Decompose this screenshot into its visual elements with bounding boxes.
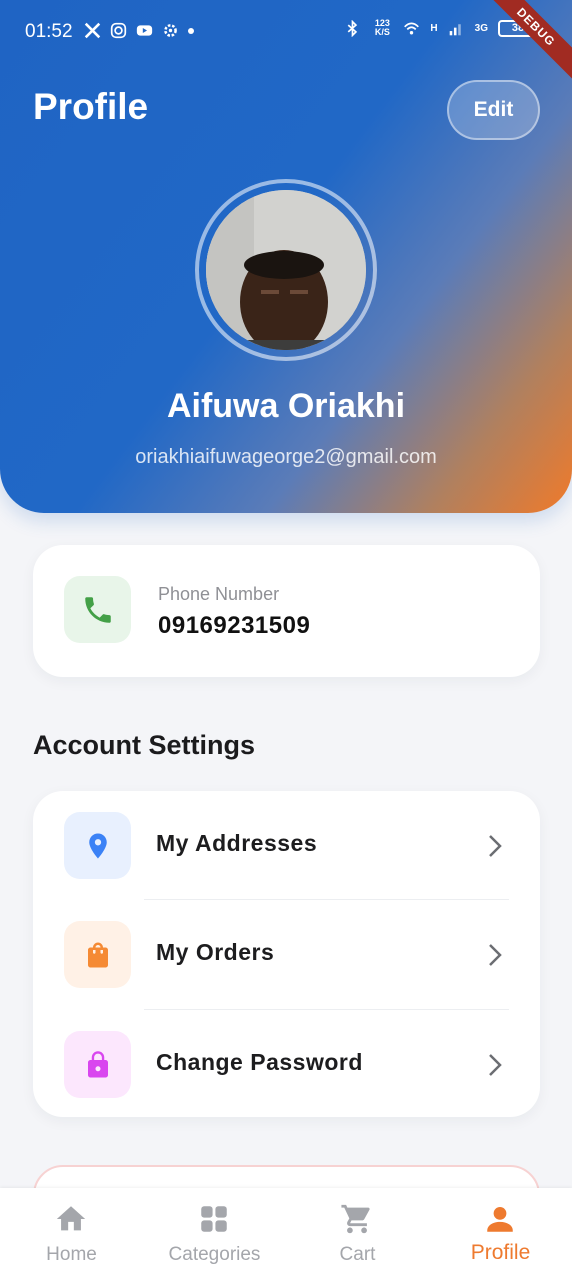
youtube-icon <box>136 25 153 36</box>
settings-item-change-password[interactable]: Change Password <box>33 1010 540 1120</box>
network-type-2: 3G <box>474 22 488 34</box>
lock-icon <box>87 1050 108 1077</box>
debug-banner: DEBUG <box>478 0 572 85</box>
account-settings-title: Account Settings <box>33 730 256 760</box>
location-pin-icon <box>88 833 107 858</box>
shopping-bag-icon <box>87 942 108 967</box>
network-type-1: H <box>430 22 438 34</box>
settings-item-addresses[interactable]: My Addresses <box>33 791 540 901</box>
orders-label: My Orders <box>156 939 275 965</box>
phone-card: Phone Number 09169231509 <box>33 545 540 677</box>
x-icon <box>84 22 101 39</box>
status-bar: 01:52 123 K/S H 3G 38 DEBUG <box>0 0 572 85</box>
chevron-right-icon <box>489 1054 502 1076</box>
settings-icon <box>164 24 177 37</box>
bottom-navigation: Home Categories Cart Profile <box>0 1188 572 1280</box>
change-password-label: Change Password <box>156 1049 363 1075</box>
page-title: Profile <box>33 86 149 127</box>
person-icon <box>487 1206 513 1232</box>
addresses-label: My Addresses <box>156 830 318 856</box>
cart-icon <box>341 1204 370 1234</box>
orders-icon-box <box>64 921 131 988</box>
account-settings-card: My Addresses My Orders Change Password <box>33 791 540 1117</box>
avatar[interactable] <box>206 190 366 350</box>
phone-label: Phone Number <box>158 584 280 604</box>
profile-email: oriakhiaifuwageorge2@gmail.com <box>135 446 437 468</box>
bluetooth-icon <box>348 19 358 37</box>
home-icon <box>56 1206 86 1231</box>
signal-icon <box>449 23 461 35</box>
nav-cart[interactable]: Cart <box>286 1188 429 1280</box>
phone-icon <box>84 596 111 623</box>
chevron-right-icon <box>489 835 502 857</box>
profile-header: 01:52 123 K/S H 3G 38 DEBUG Profile Edit <box>0 0 572 513</box>
phone-value: 09169231509 <box>158 612 311 639</box>
chevron-right-icon <box>489 944 502 966</box>
edit-profile-button[interactable]: Edit <box>447 80 540 140</box>
addresses-icon-box <box>64 812 131 879</box>
net-speed: 123 K/S <box>374 18 390 37</box>
nav-categories[interactable]: Categories <box>143 1188 286 1280</box>
nav-categories-label: Categories <box>168 1244 261 1265</box>
password-icon-box <box>64 1031 131 1098</box>
wifi-icon <box>404 22 420 34</box>
nav-cart-label: Cart <box>339 1244 376 1265</box>
system-icons: 123 K/S H 3G 38 <box>344 19 538 37</box>
settings-item-orders[interactable]: My Orders <box>33 900 540 1010</box>
status-time: 01:52 <box>25 21 73 42</box>
profile-name: Aifuwa Oriakhi <box>166 387 406 425</box>
nav-profile[interactable]: Profile <box>429 1188 572 1280</box>
nav-profile-label: Profile <box>470 1241 531 1264</box>
phone-icon-box <box>64 576 131 643</box>
notification-icons <box>84 22 194 39</box>
nav-home-label: Home <box>46 1244 97 1265</box>
notification-dot <box>188 27 194 34</box>
instagram-icon <box>110 22 127 39</box>
grid-icon <box>201 1206 227 1232</box>
nav-home[interactable]: Home <box>0 1188 143 1280</box>
avatar-ring <box>195 179 377 361</box>
avatar-photo <box>206 190 366 350</box>
